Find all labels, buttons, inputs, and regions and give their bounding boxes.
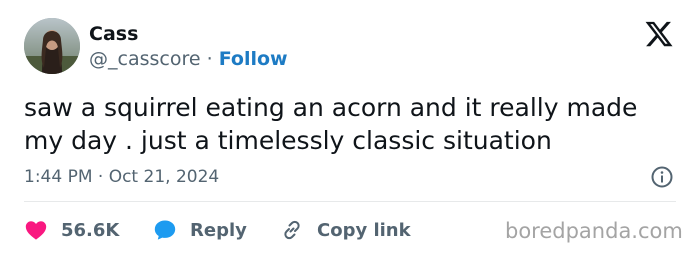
info-icon[interactable] <box>650 165 674 189</box>
x-logo-icon[interactable] <box>644 19 674 49</box>
copy-link-button[interactable]: Copy link <box>280 216 411 244</box>
handle-separator: · <box>206 48 213 70</box>
like-button[interactable]: 56.6K <box>24 216 119 244</box>
author-name[interactable]: Cass <box>89 23 138 45</box>
boredpanda-watermark: boredpanda.com <box>505 219 683 243</box>
author-handle[interactable]: @_casscore <box>89 48 201 70</box>
like-count: 56.6K <box>61 219 120 241</box>
speech-bubble-icon <box>153 218 177 242</box>
tweet-text: saw a squirrel eating an acorn and it re… <box>24 93 638 155</box>
reply-label: Reply <box>190 219 247 241</box>
link-icon <box>280 218 304 242</box>
tweet-timestamp[interactable]: 1:44 PM · Oct 21, 2024 <box>24 167 219 187</box>
reply-button[interactable]: Reply <box>153 216 247 244</box>
follow-button[interactable]: Follow <box>219 48 288 70</box>
author-handle-row: @_casscore · Follow <box>89 48 288 70</box>
avatar-image <box>24 18 80 74</box>
copy-link-label: Copy link <box>317 219 411 241</box>
author-avatar[interactable] <box>24 18 80 74</box>
heart-icon <box>24 218 48 242</box>
actions-divider <box>24 201 676 202</box>
